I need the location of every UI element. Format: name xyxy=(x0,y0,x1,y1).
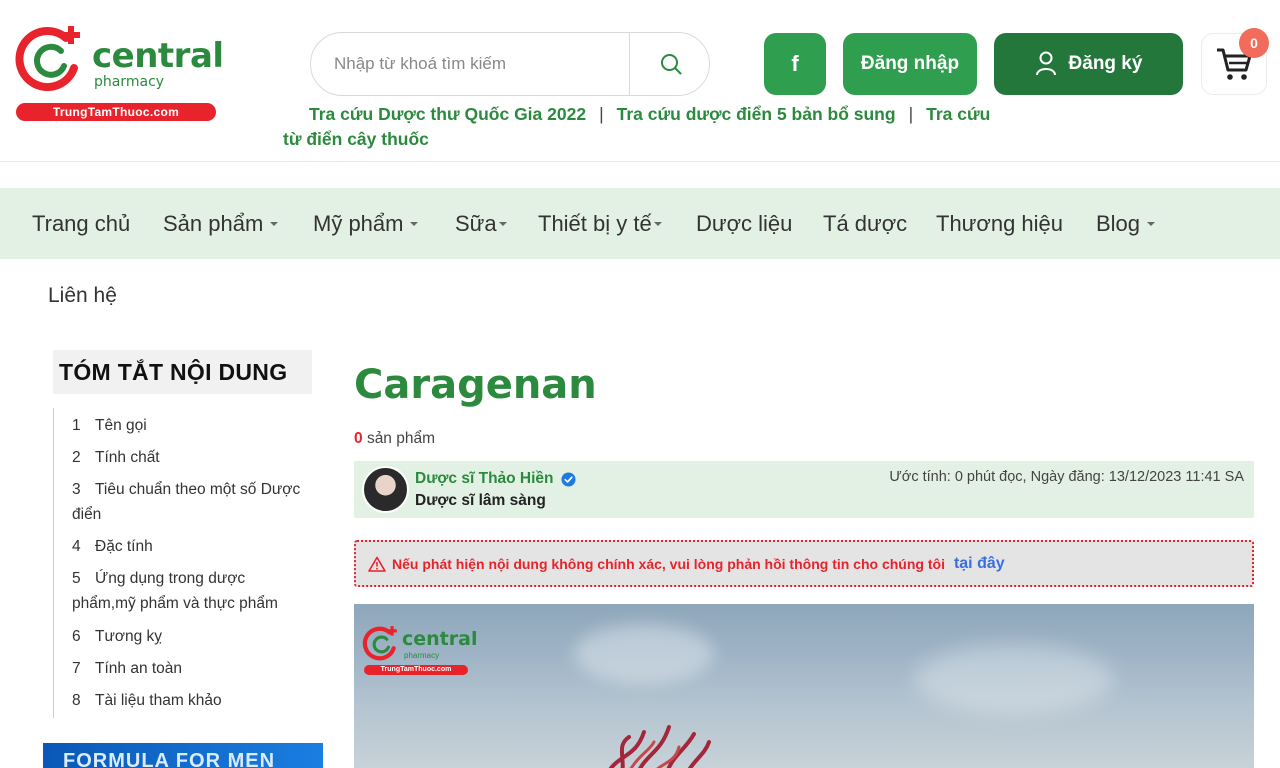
nav-item-san-pham[interactable]: Sản phẩm xyxy=(163,188,279,259)
toc-label: Tiêu chuẩn theo một số Dược điển xyxy=(72,481,301,523)
toc-num: 7 xyxy=(72,660,81,677)
toc-item[interactable]: 2 Tính chất xyxy=(72,445,160,470)
site-logo[interactable]: central pharmacy TrungTamThuoc.com xyxy=(14,22,224,122)
hero-blur xyxy=(574,624,714,684)
site-header: central pharmacy TrungTamThuoc.com f Đăn… xyxy=(0,0,1280,162)
toc-label: Tính an toàn xyxy=(95,660,183,677)
seaweed-illustration xyxy=(608,725,711,768)
article-meta: Ước tính: 0 phút đọc, Ngày đăng: 13/12/2… xyxy=(889,469,1244,485)
toc-item[interactable]: 8 Tài liệu tham khảo xyxy=(72,688,222,713)
hero-watermark-logo: central pharmacy TrungTamThuoc.com xyxy=(362,624,477,678)
author-role: Dược sĩ lâm sàng xyxy=(415,492,546,509)
toc-title: TÓM TẮT NỘI DUNG xyxy=(53,350,312,394)
nav-label: Sữa xyxy=(455,211,497,236)
nav-item-ta-duoc[interactable]: Tá dược xyxy=(823,188,907,259)
hero-logo-brand: central xyxy=(402,628,478,650)
nav-label: Blog xyxy=(1096,211,1141,236)
nav-item-sua[interactable]: Sữa xyxy=(455,188,507,259)
hero-blur xyxy=(914,644,1114,714)
toc-item[interactable]: 5 Ứng dụng trong dược phẩm,mỹ phẩm và thự… xyxy=(72,566,297,616)
search-icon xyxy=(660,54,681,75)
user-icon xyxy=(1035,51,1056,76)
nav-label: Trang chủ xyxy=(32,211,131,236)
hero-logo-sub: pharmacy xyxy=(404,651,440,660)
toc-item[interactable]: 1 Tên gọi xyxy=(72,413,147,438)
author-name-text: Dược sĩ Thảo Hiền xyxy=(415,470,554,487)
warning-icon xyxy=(368,556,386,572)
login-button[interactable]: Đăng nhập xyxy=(843,33,977,95)
nav-item-blog[interactable]: Blog xyxy=(1096,188,1156,259)
quick-link-duoc-thu[interactable]: Tra cứu Dược thư Quốc Gia 2022 xyxy=(309,104,586,124)
caret-down-icon xyxy=(410,221,419,226)
avatar[interactable] xyxy=(362,466,409,513)
logo-mark-icon xyxy=(362,626,397,661)
toc-num: 1 xyxy=(72,417,81,434)
article-hero-image: central pharmacy TrungTamThuoc.com xyxy=(354,604,1254,768)
nav-label: Tá dược xyxy=(823,211,908,236)
ad-banner[interactable]: FORMULA FOR MEN xyxy=(43,743,323,768)
hero-logo-ribbon: TrungTamThuoc.com xyxy=(364,665,468,675)
nav-item-thiet-bi-y-te[interactable]: Thiết bị y tế xyxy=(538,188,662,259)
author-box: Dược sĩ Thảo Hiền Dược sĩ lâm sàng Ước t… xyxy=(354,461,1254,518)
search-bar xyxy=(310,32,710,96)
toc-label: Tính chất xyxy=(95,449,160,466)
logo-mark-icon xyxy=(15,26,80,91)
toc-item[interactable]: 4 Đặc tính xyxy=(72,534,153,559)
nav-item-thuong-hieu[interactable]: Thương hiệu xyxy=(936,188,1063,259)
search-button[interactable] xyxy=(629,33,709,95)
search-input[interactable] xyxy=(311,33,629,95)
logo-ribbon: TrungTamThuoc.com xyxy=(16,103,216,121)
nav-label: Sản phẩm xyxy=(163,211,264,236)
caret-down-icon xyxy=(270,221,279,226)
main-nav: Trang chủ Sản phẩm Mỹ phẩm Sữa Thiết bị … xyxy=(0,188,1280,259)
toc-label: Tài liệu tham khảo xyxy=(95,692,222,709)
caret-down-icon xyxy=(1147,221,1156,226)
nav-item-my-pham[interactable]: Mỹ phẩm xyxy=(313,188,419,259)
page-title: Caragenan xyxy=(354,362,597,408)
product-count-label: sản phẩm xyxy=(366,430,436,447)
product-count: 0 sản phẩm xyxy=(354,430,435,448)
toc-item[interactable]: 3 Tiêu chuẩn theo một số Dược điển xyxy=(72,477,312,527)
toc-label: Tên gọi xyxy=(95,417,147,434)
logo-brand-text: central xyxy=(92,36,224,76)
register-button[interactable]: Đăng ký xyxy=(994,33,1183,95)
verified-icon xyxy=(561,471,576,487)
toc-num: 6 xyxy=(72,628,81,645)
nav-label: Mỹ phẩm xyxy=(313,211,404,236)
nav-item-trang-chu[interactable]: Trang chủ xyxy=(32,188,130,259)
register-label: Đăng ký xyxy=(1068,53,1143,74)
cart-count-badge: 0 xyxy=(1239,28,1269,58)
product-count-number: 0 xyxy=(354,430,363,447)
nav-label: Dược liệu xyxy=(696,211,793,236)
quick-link-duoc-dien[interactable]: Tra cứu dược điển 5 bản bổ sung xyxy=(617,104,896,124)
toc-num: 5 xyxy=(72,570,81,587)
alert-text: Nếu phát hiện nội dung không chính xác, … xyxy=(392,555,945,572)
feedback-alert: Nếu phát hiện nội dung không chính xác, … xyxy=(354,540,1254,587)
nav-label: Thiết bị y tế xyxy=(538,211,652,236)
facebook-button[interactable]: f xyxy=(764,33,826,95)
logo-sub-text: pharmacy xyxy=(94,74,165,90)
toc-num: 8 xyxy=(72,692,81,709)
toc-list: 1 Tên gọi 2 Tính chất 3 Tiêu chuẩn theo một… xyxy=(53,408,313,718)
breadcrumb[interactable]: Liên hệ xyxy=(48,284,117,308)
toc-item[interactable]: 7 Tính an toàn xyxy=(72,656,182,681)
toc-item[interactable]: 6 Tương kỵ xyxy=(72,624,162,649)
toc-label: Tương kỵ xyxy=(95,628,163,645)
caret-down-icon xyxy=(653,221,662,226)
feedback-link[interactable]: tại đây xyxy=(954,555,1005,573)
quick-link-separator: | xyxy=(908,104,914,124)
toc-num: 3 xyxy=(72,481,81,498)
nav-label: Thương hiệu xyxy=(936,211,1064,236)
toc-num: 4 xyxy=(72,538,81,555)
facebook-icon: f xyxy=(791,51,799,76)
toc-label: Đặc tính xyxy=(95,538,153,555)
caret-down-icon xyxy=(498,221,507,226)
author-name[interactable]: Dược sĩ Thảo Hiền xyxy=(415,470,576,488)
toc-num: 2 xyxy=(72,449,81,466)
toc-label: Ứng dụng trong dược phẩm,mỹ phẩm và thực… xyxy=(72,570,278,612)
quick-links: Tra cứu Dược thư Quốc Gia 2022 | Tra cứu d… xyxy=(283,102,1003,152)
quick-link-separator: | xyxy=(599,104,604,124)
nav-item-duoc-lieu[interactable]: Dược liệu xyxy=(696,188,792,259)
